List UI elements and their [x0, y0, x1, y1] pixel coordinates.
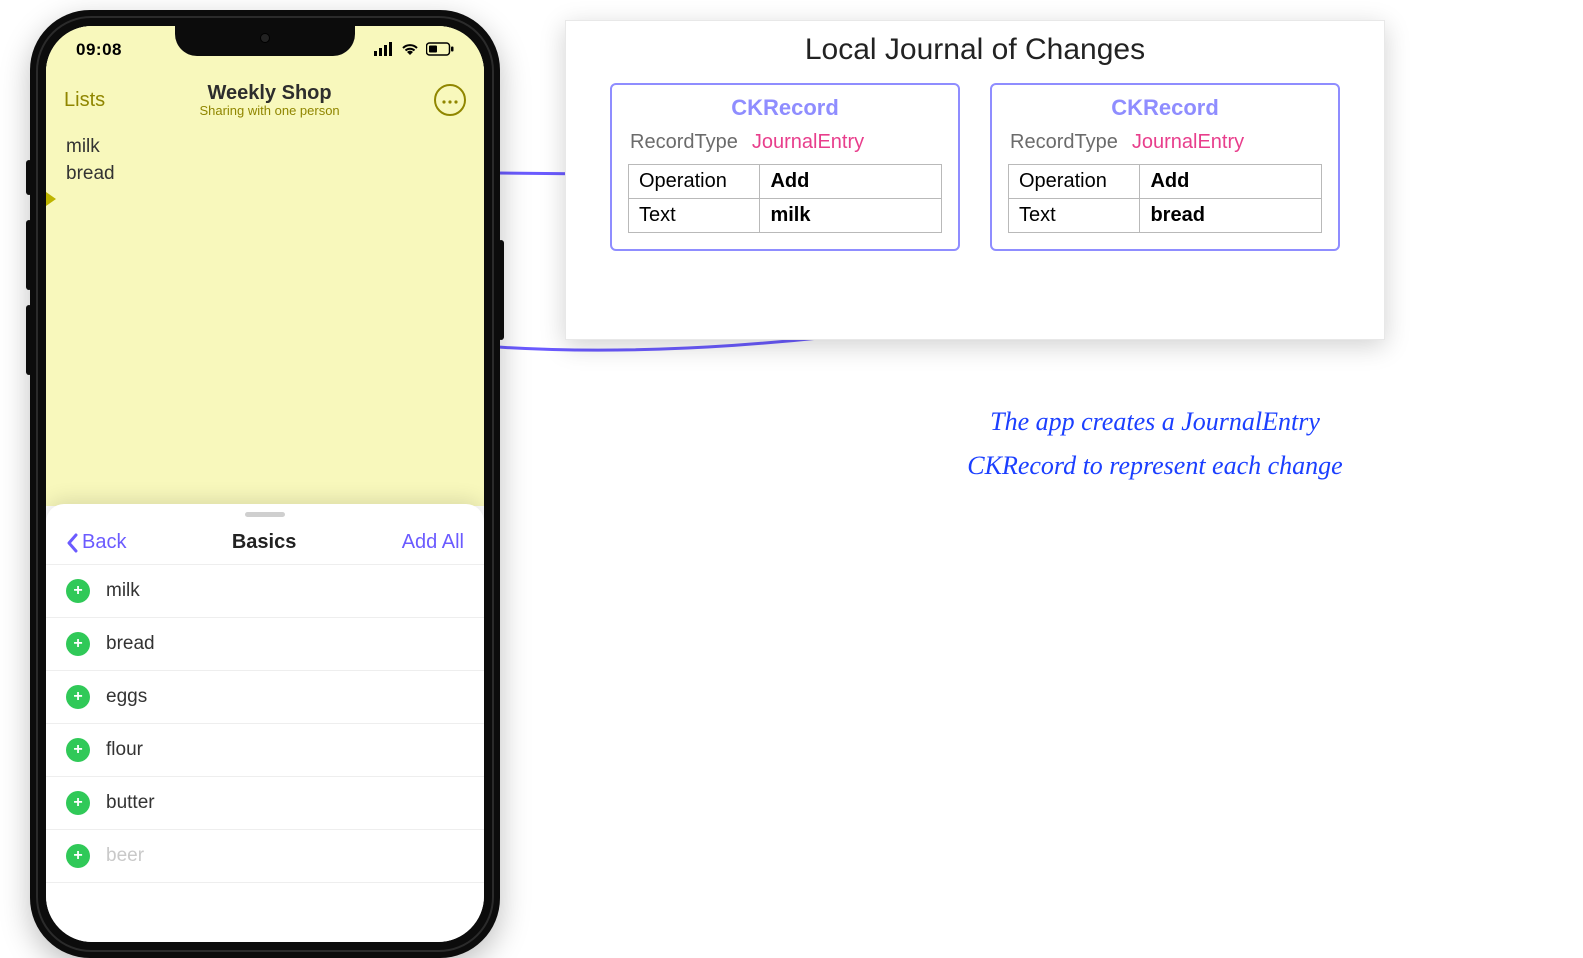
- table-row: Operation Add: [629, 165, 942, 199]
- sheet-title: Basics: [232, 531, 297, 554]
- plus-icon[interactable]: +: [66, 791, 90, 815]
- note-body[interactable]: milk bread: [46, 134, 484, 187]
- record-fields-table: Operation Add Text bread: [1008, 164, 1322, 233]
- ckrecord-heading: CKRecord: [628, 95, 942, 121]
- sheet-back-button[interactable]: Back: [66, 531, 126, 554]
- annotation-line: CKRecord to represent each change: [895, 444, 1415, 488]
- field-value: bread: [1140, 199, 1322, 233]
- field-key: Operation: [629, 165, 760, 199]
- field-key: Text: [629, 199, 760, 233]
- field-value: Add: [1140, 165, 1322, 199]
- record-fields-table: Operation Add Text milk: [628, 164, 942, 233]
- table-row: Text milk: [629, 199, 942, 233]
- page-title: Weekly Shop: [199, 82, 339, 105]
- list-item[interactable]: + bread: [46, 618, 484, 671]
- battery-icon: [426, 42, 454, 59]
- table-row: Text bread: [1009, 199, 1322, 233]
- list-item-label: milk: [106, 580, 140, 602]
- ckrecord-heading: CKRecord: [1008, 95, 1322, 121]
- cursor-bullet-icon: [46, 192, 56, 206]
- note-item: milk: [66, 134, 464, 161]
- add-all-button[interactable]: Add All: [402, 531, 464, 554]
- camera-icon: [261, 34, 269, 42]
- list-item[interactable]: + flour: [46, 724, 484, 777]
- phone-mute-switch: [26, 160, 32, 195]
- list-item[interactable]: + butter: [46, 777, 484, 830]
- sheet-list: + milk + bread + eggs + flour: [46, 564, 484, 883]
- more-options-button[interactable]: [434, 84, 466, 116]
- note-item: bread: [66, 161, 464, 188]
- app-header: Lists Weekly Shop Sharing with one perso…: [46, 74, 484, 126]
- list-item-label: bread: [106, 633, 155, 655]
- basics-sheet: Back Basics Add All + milk + bread +: [46, 504, 484, 942]
- chevron-left-icon: [66, 533, 78, 553]
- phone-notch: [175, 26, 355, 56]
- phone-power-button: [498, 240, 504, 340]
- list-item-label: butter: [106, 792, 155, 814]
- plus-icon[interactable]: +: [66, 844, 90, 868]
- status-icons: [374, 42, 454, 59]
- recordtype-value: JournalEntry: [752, 131, 864, 154]
- ellipsis-icon: [442, 91, 458, 109]
- list-item-label: flour: [106, 739, 143, 761]
- list-item-label: eggs: [106, 686, 147, 708]
- recordtype-label: RecordType: [1010, 131, 1118, 154]
- plus-icon[interactable]: +: [66, 738, 90, 762]
- plus-icon[interactable]: +: [66, 632, 90, 656]
- share-status-label: Sharing with one person: [199, 103, 339, 118]
- table-row: Operation Add: [1009, 165, 1322, 199]
- ckrecord-box: CKRecord RecordType JournalEntry Operati…: [610, 83, 960, 251]
- field-value: milk: [760, 199, 942, 233]
- recordtype-label: RecordType: [630, 131, 738, 154]
- list-item[interactable]: + milk: [46, 565, 484, 618]
- sheet-header: Back Basics Add All: [46, 517, 484, 564]
- recordtype-value: JournalEntry: [1132, 131, 1244, 154]
- list-item-label: beer: [106, 845, 144, 867]
- ckrecord-box: CKRecord RecordType JournalEntry Operati…: [990, 83, 1340, 251]
- status-time: 09:08: [76, 40, 122, 60]
- sheet-back-label: Back: [82, 531, 126, 554]
- field-key: Text: [1009, 199, 1140, 233]
- signal-icon: [374, 42, 394, 59]
- list-item[interactable]: + beer: [46, 830, 484, 883]
- phone-frame: 09:08: [30, 10, 500, 958]
- wifi-icon: [400, 42, 420, 59]
- list-item[interactable]: + eggs: [46, 671, 484, 724]
- annotation-line: The app creates a JournalEntry: [895, 400, 1415, 444]
- annotation-text: The app creates a JournalEntry CKRecord …: [895, 400, 1415, 488]
- back-to-lists-button[interactable]: Lists: [64, 89, 105, 112]
- journal-panel: Local Journal of Changes CKRecord Record…: [565, 20, 1385, 340]
- field-value: Add: [760, 165, 942, 199]
- plus-icon[interactable]: +: [66, 685, 90, 709]
- phone-volume-up: [26, 220, 32, 290]
- journal-title: Local Journal of Changes: [596, 33, 1354, 67]
- phone-screen: 09:08: [46, 26, 484, 942]
- phone-volume-down: [26, 305, 32, 375]
- field-key: Operation: [1009, 165, 1140, 199]
- plus-icon[interactable]: +: [66, 579, 90, 603]
